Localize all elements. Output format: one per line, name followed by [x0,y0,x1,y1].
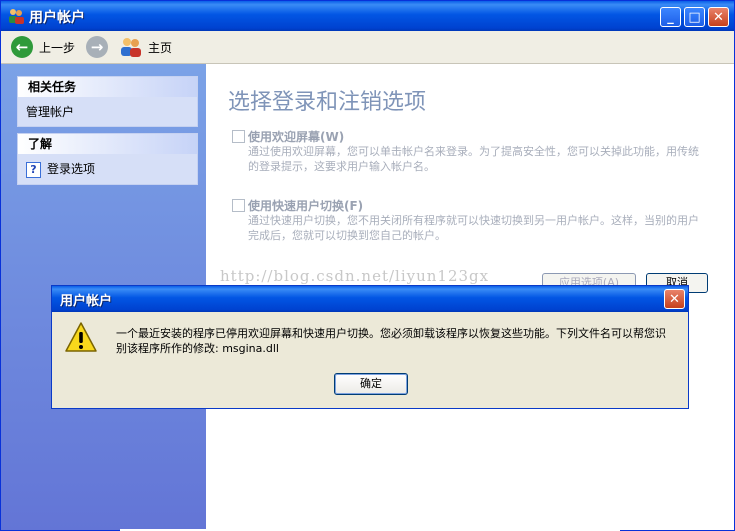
back-button[interactable]: ← 上一步 [11,35,75,59]
learn-panel: 了解 ? 登录选项 [17,133,198,185]
learn-header: 了解 [18,134,197,154]
forward-arrow-icon: → [86,36,108,58]
welcome-screen-description: 通过使用欢迎屏幕，您可以单击帐户名来登录。为了提高安全性，您可以关掉此功能，用传… [248,145,699,173]
home-button[interactable]: 主页 [120,35,172,59]
user-accounts-window: 用户帐户 _ □ ✕ ← 上一步 → 主页 相关任务 管理帐户 了解 ? 登录选… [0,0,735,531]
welcome-screen-checkbox[interactable] [232,130,245,143]
close-icon: ✕ [713,10,724,25]
users-home-icon [121,38,141,57]
help-icon: ? [26,161,41,178]
back-arrow-icon: ← [11,36,33,58]
dialog-close-button[interactable]: ✕ [664,289,685,309]
close-icon: ✕ [669,292,680,307]
logon-options-label: 登录选项 [47,162,96,176]
window-title: 用户帐户 [29,10,85,26]
minimize-button[interactable]: _ [660,7,681,27]
related-tasks-header: 相关任务 [18,77,197,97]
fast-user-switching-description: 通过快速用户切换，您不用关闭所有程序就可以快速切换到另一用户帐户。这样，当别的用… [248,214,699,242]
minimize-icon: _ [667,10,674,25]
forward-button[interactable]: → [86,35,108,59]
fast-user-switching-label: 使用快速用户切换(F) [248,199,364,213]
maximize-button[interactable]: □ [684,7,705,27]
home-label: 主页 [148,40,173,55]
page-title: 选择登录和注销选项 [228,90,427,115]
close-button[interactable]: ✕ [708,7,729,27]
ok-button[interactable]: 确定 [334,373,408,395]
watermark: http://blog.csdn.net/liyun123gx [220,267,490,285]
fast-user-switching-checkbox[interactable] [232,199,245,212]
dialog-title-bar[interactable]: 用户帐户 ✕ [52,286,688,312]
title-bar[interactable]: 用户帐户 _ □ ✕ [1,1,734,31]
related-tasks-panel: 相关任务 管理帐户 [17,76,198,127]
back-label: 上一步 [39,40,76,55]
warning-dialog: 用户帐户 ✕ 一个最近安装的程序已停用欢迎屏幕和快速用户切换。您必须卸载该程序以… [51,285,689,409]
maximize-icon: □ [688,10,701,25]
warning-icon [65,322,97,352]
welcome-screen-label: 使用欢迎屏幕(W) [248,130,345,144]
dialog-message: 一个最近安装的程序已停用欢迎屏幕和快速用户切换。您必须卸载该程序以恢复这些功能。… [116,327,666,355]
logon-options-link[interactable]: ? 登录选项 [18,154,197,184]
toolbar: ← 上一步 → 主页 [1,31,734,64]
manage-accounts-link[interactable]: 管理帐户 [18,97,197,126]
users-icon [9,9,24,24]
dialog-title: 用户帐户 [60,294,113,309]
